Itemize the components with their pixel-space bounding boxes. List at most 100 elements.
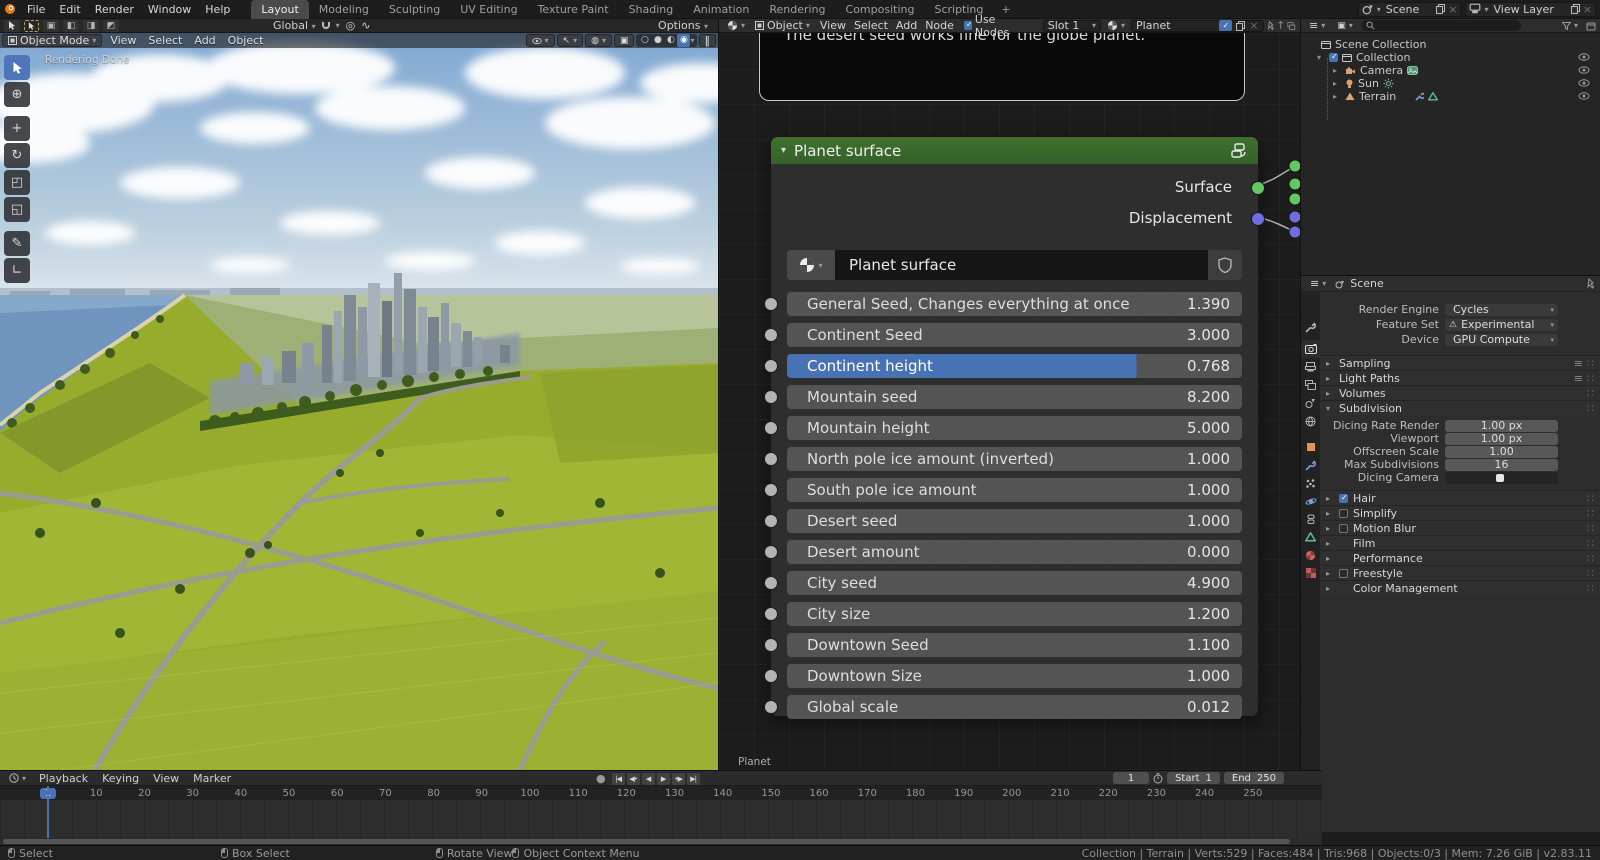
note-frame-node[interactable]: The desert seed works fine for the globe…: [759, 33, 1245, 101]
planet-surface-node[interactable]: ▾ Planet surface Surface Displacement ▾ …: [764, 137, 1265, 719]
tab-output[interactable]: [1301, 358, 1320, 376]
cursor-tool[interactable]: ⊕: [4, 82, 30, 107]
tab-tool[interactable]: [1301, 318, 1320, 336]
node-param-slider[interactable]: Global scale 0.012: [764, 695, 1242, 719]
tab-view-layer[interactable]: [1301, 376, 1320, 394]
falloff-curve-icon[interactable]: ∿: [361, 19, 370, 32]
active-tool-dropdown[interactable]: [4, 19, 20, 32]
playback-button[interactable]: ▶: [656, 772, 670, 785]
duplicate-material-icon[interactable]: [1236, 20, 1246, 31]
panel-header[interactable]: ▸ Freestyle ∷: [1320, 565, 1600, 580]
node-param-slider[interactable]: Mountain seed 8.200: [764, 385, 1242, 409]
tab-constraints[interactable]: [1301, 510, 1320, 528]
panel-header[interactable]: ▸ Simplify ∷: [1320, 505, 1600, 520]
presets-icon[interactable]: ≡: [1574, 357, 1583, 370]
pin-icon[interactable]: [1266, 20, 1275, 31]
node-param-slider[interactable]: Downtown Seed 1.100: [764, 633, 1242, 657]
property-dropdown[interactable]: Cycles ▾: [1445, 303, 1558, 316]
overlays-dropdown[interactable]: ◍ ▾: [585, 34, 612, 47]
outliner-filter-type-dropdown[interactable]: ▣ ▾: [1333, 21, 1357, 31]
outliner-display-mode-dropdown[interactable]: ≡ ▾: [1305, 19, 1329, 32]
tab-render[interactable]: [1301, 340, 1320, 358]
panel-header-subdivision[interactable]: ▾ Subdivision ∷: [1320, 400, 1600, 415]
panel-header[interactable]: ▸ Performance ∷: [1320, 550, 1600, 565]
viewport-menu[interactable]: Object: [222, 34, 270, 47]
node-param-slider[interactable]: Continent height 0.768: [764, 354, 1242, 378]
panel-header[interactable]: ▸ Color Management ∷: [1320, 580, 1600, 595]
viewport-3d[interactable]: Object Mode ▾ View Select Add Object ▾ ↖ ▾ ◍…: [0, 33, 718, 770]
viewport-menu[interactable]: Add: [188, 34, 221, 47]
expander-icon[interactable]: ▾: [1317, 53, 1325, 62]
topbar-menu[interactable]: Render: [88, 3, 141, 16]
shader-editor-menu[interactable]: Select: [850, 19, 892, 32]
shader-editor[interactable]: ▾ Object ▾ ViewSelectAddNode Use Nodes S…: [718, 13, 1301, 770]
expander-icon[interactable]: ▸: [1333, 66, 1341, 75]
scale-tool[interactable]: ◰: [4, 170, 30, 195]
move-tool[interactable]: +: [4, 116, 30, 141]
topbar-menu[interactable]: Edit: [52, 3, 87, 16]
snap-node-icon[interactable]: ↑: [1276, 19, 1285, 32]
group-fake-user-button[interactable]: [1208, 250, 1242, 280]
select-mode-new-icon[interactable]: ▣: [43, 19, 59, 32]
measure-tool[interactable]: ∟: [4, 258, 30, 283]
node-header[interactable]: ▾ Planet surface: [771, 137, 1258, 164]
hide-eye-icon[interactable]: [1578, 79, 1590, 87]
panel-checkbox[interactable]: [1339, 493, 1348, 503]
group-browse-dropdown[interactable]: ▾: [787, 250, 835, 280]
hide-eye-icon[interactable]: [1578, 92, 1590, 100]
outliner[interactable]: ≡▾ ▣▾ ▾ Scene Collection ▾ Collection: [1300, 19, 1600, 275]
node-canvas[interactable]: The desert seed works fine for the globe…: [719, 33, 1301, 770]
material-browse-dropdown[interactable]: ▾: [1103, 20, 1129, 31]
tab-texture[interactable]: [1301, 564, 1320, 582]
collapse-icon[interactable]: ▾: [781, 145, 786, 156]
outliner-row-terrain[interactable]: ▸ Terrain: [1301, 90, 1600, 103]
panel-header[interactable]: ▸ Hair ∷: [1320, 490, 1600, 505]
panel-checkbox[interactable]: [1339, 523, 1348, 533]
workspace-tab[interactable]: Rendering: [759, 0, 835, 19]
workspace-tab[interactable]: Texture Paint: [528, 0, 619, 19]
material-name-field[interactable]: Planet ✓ ×: [1131, 19, 1264, 32]
gizmos-dropdown[interactable]: ↖ ▾: [556, 34, 584, 47]
topbar-menu[interactable]: Help: [198, 3, 237, 16]
panel-header[interactable]: ▸ Volumes ≡∷: [1320, 385, 1600, 400]
workspace-tab[interactable]: Shading: [619, 0, 684, 19]
node-param-slider[interactable]: General Seed, Changes everything at once…: [764, 292, 1242, 316]
workspace-tab[interactable]: Sculpting: [379, 0, 450, 19]
tab-material[interactable]: [1301, 546, 1320, 564]
node-param-slider[interactable]: Continent Seed 3.000: [764, 323, 1242, 347]
auto-keyframe-record-icon[interactable]: ●: [596, 772, 606, 785]
snap-magnet-icon[interactable]: [321, 22, 330, 29]
new-scene-icon[interactable]: [1436, 4, 1446, 14]
group-name-field[interactable]: Planet surface: [835, 250, 1208, 280]
slot-dropdown[interactable]: Slot 1 ▾: [1042, 19, 1102, 32]
workspace-tab[interactable]: Modeling: [309, 0, 379, 19]
timeline-menu[interactable]: Keying: [95, 772, 146, 785]
shading-rendered-icon[interactable]: ◉: [677, 34, 691, 47]
workspace-tab[interactable]: Layout: [251, 0, 309, 19]
topbar-menu[interactable]: File: [20, 3, 52, 16]
playback-button[interactable]: ◀: [641, 772, 655, 785]
viewport-menu[interactable]: View: [104, 34, 142, 47]
panel-header[interactable]: ▸ Motion Blur ∷: [1320, 520, 1600, 535]
options-dropdown[interactable]: Options ▾: [658, 19, 708, 32]
tab-object-data[interactable]: [1301, 528, 1320, 546]
output-socket-displacement[interactable]: Displacement: [771, 203, 1265, 234]
proportional-edit-icon[interactable]: ◎: [346, 19, 356, 32]
playback-button[interactable]: ▶|: [686, 772, 700, 785]
tab-particles[interactable]: [1301, 474, 1320, 492]
pin-icon[interactable]: [1585, 278, 1595, 289]
panel-header[interactable]: ▸ Film ∷: [1320, 535, 1600, 550]
unlink-scene-icon[interactable]: ×: [1448, 3, 1457, 16]
editor-type-dropdown[interactable]: ≡ ▾: [1306, 277, 1330, 290]
node-param-slider[interactable]: Mountain height 5.000: [764, 416, 1242, 440]
use-nodes-toggle[interactable]: Use Nodes: [960, 13, 1029, 39]
new-view-layer-icon[interactable]: [1570, 4, 1580, 14]
node-param-slider[interactable]: South pole ice amount 1.000: [764, 478, 1242, 502]
node-param-slider[interactable]: North pole ice amount (inverted) 1.000: [764, 447, 1242, 471]
select-box-tool[interactable]: [4, 55, 30, 80]
timeline-scrollbar[interactable]: [3, 839, 1290, 844]
select-mode-subtract-icon[interactable]: ◨: [83, 19, 99, 32]
mode-dropdown[interactable]: Object Mode ▾: [2, 34, 103, 47]
end-frame-field[interactable]: End 250: [1223, 772, 1284, 784]
outliner-search-input[interactable]: [1360, 20, 1521, 31]
